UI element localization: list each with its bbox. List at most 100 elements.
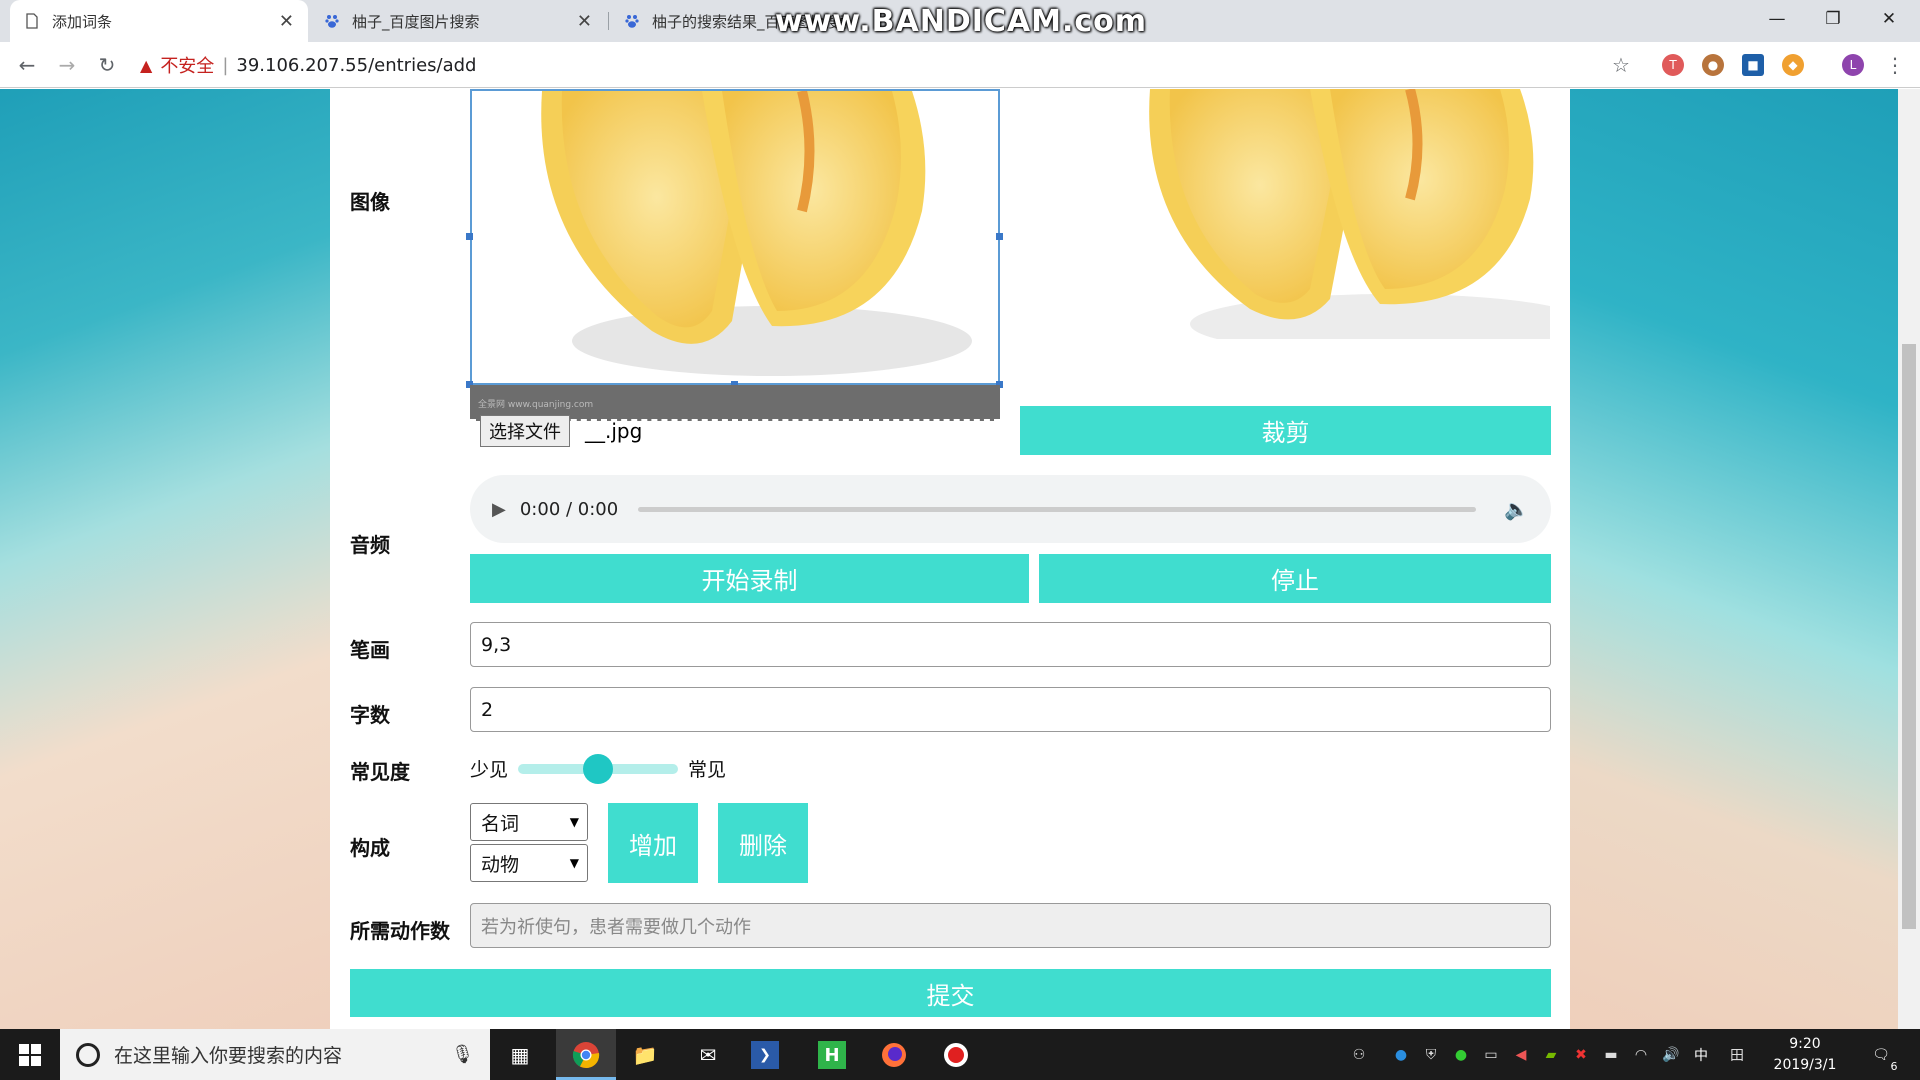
mail-icon[interactable]: ✉ <box>690 1037 726 1073</box>
hbuilder-icon[interactable]: H <box>818 1041 846 1069</box>
choose-file-button[interactable]: 选择文件 <box>480 415 570 447</box>
crop-button[interactable]: 裁剪 <box>1020 406 1551 455</box>
forward-icon[interactable]: → <box>52 50 82 80</box>
page-icon <box>26 13 38 29</box>
start-button[interactable] <box>0 1029 60 1080</box>
ime-language[interactable]: 中 <box>1692 1046 1710 1064</box>
crop-area[interactable] <box>470 89 1000 385</box>
volume-icon[interactable]: 🔊 <box>1662 1046 1680 1064</box>
baidu-paw-icon <box>625 15 639 28</box>
task-view-icon[interactable]: ▦ <box>502 1037 538 1073</box>
address-bar[interactable]: ▲ 不安全 | 39.106.207.55/entries/add <box>140 47 1640 83</box>
restore-button[interactable]: ❐ <box>1810 0 1856 38</box>
tray-app-icon[interactable]: ● <box>1392 1046 1410 1064</box>
actions-count-label: 所需动作数 <box>350 919 450 943</box>
close-window-button[interactable]: ✕ <box>1866 0 1912 38</box>
ime-mode-icon[interactable]: 田 <box>1728 1046 1746 1064</box>
windows-logo-icon <box>19 1043 41 1066</box>
page-scrollbar[interactable] <box>1898 89 1920 1029</box>
clock-time: 9:20 <box>1789 1036 1821 1052</box>
firefox-logo <box>882 1043 906 1067</box>
extension-monkey-icon[interactable]: ● <box>1702 54 1724 76</box>
crop-handle[interactable] <box>466 233 473 240</box>
menu-icon[interactable]: ⋮ <box>1880 50 1910 80</box>
extension-red-icon[interactable]: T <box>1662 54 1684 76</box>
image-label: 图像 <box>350 190 390 214</box>
crop-preview <box>1010 89 1550 339</box>
minimize-button[interactable]: — <box>1754 0 1800 38</box>
audio-label: 音频 <box>350 533 390 557</box>
taskbar-clock[interactable]: 9:20 2019/3/1 <box>1770 1034 1840 1076</box>
profile-avatar[interactable]: L <box>1842 54 1864 76</box>
people-icon[interactable]: ⚇ <box>1350 1046 1368 1064</box>
tray-shield-icon[interactable]: ⛨ <box>1422 1046 1440 1064</box>
volume-icon[interactable]: 🔈 <box>1504 497 1529 521</box>
bandicam-record-icon[interactable] <box>938 1037 974 1073</box>
crop-handle[interactable] <box>996 233 1003 240</box>
tray-red-x-icon[interactable]: ✖ <box>1572 1046 1590 1064</box>
extension-pin-icon[interactable]: ◆ <box>1782 54 1804 76</box>
tray-nvidia-icon[interactable]: ▰ <box>1542 1046 1560 1064</box>
url-separator: | <box>222 54 229 76</box>
clock-date: 2019/3/1 <box>1773 1057 1837 1073</box>
file-explorer-icon[interactable]: 📁 <box>627 1037 663 1073</box>
wifi-icon[interactable]: ◠ <box>1632 1046 1650 1064</box>
search-placeholder: 在这里输入你要搜索的内容 <box>114 1045 343 1067</box>
select-value: 名词 <box>481 812 520 835</box>
background-beach-right <box>1568 89 1898 1029</box>
play-icon[interactable]: ▶ <box>492 499 506 520</box>
url-text: 39.106.207.55/entries/add <box>236 54 477 76</box>
recorder-watermark: www.BANDICAM.com <box>775 4 1148 39</box>
extension-blue-icon[interactable]: ■ <box>1742 54 1764 76</box>
reload-icon[interactable]: ↻ <box>92 50 122 80</box>
record-logo <box>944 1043 968 1067</box>
add-button[interactable]: 增加 <box>608 803 698 883</box>
frequency-min-label: 少见 <box>470 759 509 781</box>
microphone-icon[interactable]: 🎙 <box>451 1044 474 1065</box>
delete-button[interactable]: 删除 <box>718 803 808 883</box>
tab-baidu-image-search[interactable]: 柚子_百度图片搜索 ✕ <box>310 0 606 42</box>
submit-button[interactable]: 提交 <box>350 969 1551 1017</box>
scrollbar-thumb[interactable] <box>1902 344 1916 929</box>
stop-button[interactable]: 停止 <box>1039 554 1551 603</box>
image-watermark: 全景网 www.quanjing.com <box>478 400 594 410</box>
actions-count-input[interactable]: 若为祈使句，患者需要做几个动作 <box>470 903 1551 948</box>
tray-speaker-alert-icon[interactable]: ◀ <box>1512 1046 1530 1064</box>
close-tab-icon[interactable]: ✕ <box>279 11 294 32</box>
cortana-icon <box>76 1042 100 1067</box>
audio-progress-bar[interactable] <box>638 506 1477 512</box>
char-count-input[interactable]: 2 <box>470 687 1551 732</box>
warning-icon: ▲ <box>140 55 153 75</box>
tray-green-icon[interactable]: ● <box>1452 1046 1470 1064</box>
tab-add-entry[interactable]: 添加词条 ✕ <box>10 0 308 42</box>
frequency-slider[interactable] <box>518 753 679 784</box>
frequency-label: 常见度 <box>350 760 410 784</box>
frequency-slider-thumb[interactable] <box>583 753 614 784</box>
battery-icon[interactable]: ▬ <box>1602 1046 1620 1064</box>
browser-toolbar: ← → ↻ ▲ 不安全 | 39.106.207.55/entries/add … <box>0 42 1920 88</box>
part-of-speech-select[interactable]: 名词 ▼ <box>470 803 588 841</box>
select-value: 动物 <box>481 853 520 876</box>
firefox-icon[interactable] <box>876 1037 912 1073</box>
tab-title: 添加词条 <box>52 12 113 31</box>
chrome-icon[interactable] <box>568 1037 604 1073</box>
start-recording-button[interactable]: 开始录制 <box>470 554 1029 603</box>
tab-title: 柚子_百度图片搜索 <box>352 12 480 31</box>
baidu-paw-icon <box>325 15 339 28</box>
back-icon[interactable]: ← <box>12 50 42 80</box>
strokes-input[interactable]: 9,3 <box>470 622 1551 667</box>
audio-player[interactable]: ▶ 0:00 / 0:00 🔈 <box>470 475 1551 543</box>
powershell-icon[interactable]: ❯ <box>751 1041 779 1069</box>
taskbar-search[interactable]: 在这里输入你要搜索的内容 🎙 <box>60 1029 490 1080</box>
close-tab-icon[interactable]: ✕ <box>577 11 592 32</box>
category-select[interactable]: 动物 ▼ <box>470 844 588 882</box>
char-count-label: 字数 <box>350 703 390 727</box>
audio-time: 0:00 / 0:00 <box>519 498 619 520</box>
frequency-max-label: 常见 <box>688 759 727 781</box>
composition-label: 构成 <box>350 836 390 860</box>
chrome-logo <box>572 1042 600 1069</box>
bookmark-star-icon[interactable]: ☆ <box>1606 50 1636 80</box>
tray-network-drive-icon[interactable]: ▭ <box>1482 1046 1500 1064</box>
pomelo-image <box>541 91 972 376</box>
windows-taskbar: 在这里输入你要搜索的内容 🎙 ▦ 📁 ✉ ❯ H ⚇ ● ⛨ ● ▭ ◀ ▰ ✖… <box>0 1029 1920 1080</box>
